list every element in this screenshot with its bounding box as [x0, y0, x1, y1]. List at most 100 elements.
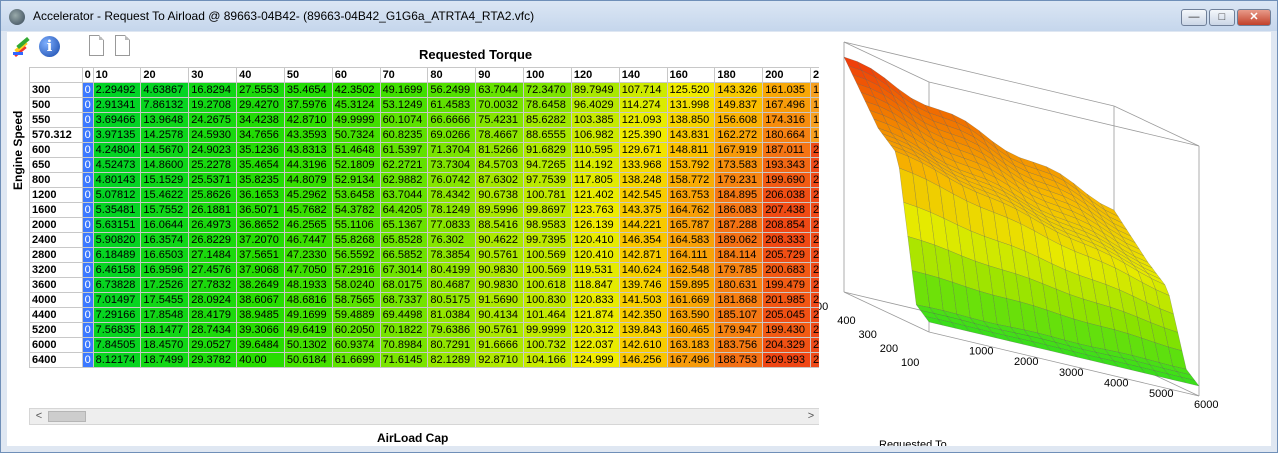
table-cell[interactable]: 70.1822: [379, 322, 429, 338]
table-cell[interactable]: 163.183: [666, 337, 716, 353]
table-cell[interactable]: 16.3574: [140, 232, 190, 248]
table-cell[interactable]: 0: [81, 127, 94, 143]
table-cell[interactable]: 7.29166: [92, 307, 142, 323]
table-cell[interactable]: 104.166: [523, 352, 572, 368]
table-cell[interactable]: 53.6458: [331, 187, 381, 203]
row-header[interactable]: 650: [29, 157, 83, 173]
table-cell[interactable]: 43.8313: [283, 142, 333, 158]
row-header[interactable]: 600: [29, 142, 83, 158]
table-cell[interactable]: 56.2499: [427, 82, 477, 98]
table-cell[interactable]: 85.6282: [523, 112, 572, 128]
table-cell[interactable]: 161.035: [762, 82, 812, 98]
table-cell[interactable]: 18.7499: [140, 352, 190, 368]
surface-plot-panel[interactable]: 1000 2000 3000 4000 5000 6000 00 400 300 200 100 Re…: [819, 32, 1271, 446]
table-cell[interactable]: 88.5416: [475, 217, 525, 233]
column-header[interactable]: 60: [331, 67, 381, 83]
column-header[interactable]: 30: [188, 67, 238, 83]
table-cell[interactable]: 76.0742: [427, 172, 477, 188]
table-cell[interactable]: 179.231: [714, 172, 764, 188]
table-cell[interactable]: 16.8294: [188, 82, 238, 98]
table-cell[interactable]: 114.192: [570, 157, 620, 173]
table-cell[interactable]: 164.583: [666, 232, 716, 248]
table-cell[interactable]: 120.833: [570, 292, 620, 308]
table-cell[interactable]: 36.5071: [236, 202, 285, 218]
table-cell[interactable]: 143.326: [714, 82, 764, 98]
table-cell[interactable]: 51.4648: [331, 142, 381, 158]
table-cell[interactable]: 13.9648: [140, 112, 190, 128]
table-cell[interactable]: 4.52473: [92, 157, 142, 173]
table-cell[interactable]: 163.753: [666, 187, 716, 203]
table-cell[interactable]: 16.0644: [140, 217, 190, 233]
table-cell[interactable]: 107.714: [618, 82, 668, 98]
table-cell[interactable]: 27.7832: [188, 277, 238, 293]
table-cell[interactable]: 45.3124: [331, 97, 381, 113]
table-cell[interactable]: 7.84505: [92, 337, 142, 353]
table-cell[interactable]: 4.24804: [92, 142, 142, 158]
row-header[interactable]: 300: [29, 82, 83, 98]
table-cell[interactable]: 28.7434: [188, 322, 238, 338]
table-cell[interactable]: 163.590: [666, 307, 716, 323]
table-cell[interactable]: 0: [81, 217, 94, 233]
table-cell[interactable]: 29.4270: [236, 97, 285, 113]
table-cell[interactable]: 18.1477: [140, 322, 190, 338]
table-cell[interactable]: 26.8229: [188, 232, 238, 248]
table-cell[interactable]: 70.8984: [379, 337, 429, 353]
table-cell[interactable]: 40.00: [236, 352, 285, 368]
table-cell[interactable]: 7.86132: [140, 97, 190, 113]
column-header[interactable]: 10: [92, 67, 142, 83]
table-cell[interactable]: 47.2330: [283, 247, 333, 263]
row-header[interactable]: 500: [29, 97, 83, 113]
table-cell[interactable]: 142.545: [618, 187, 668, 203]
table-cell[interactable]: 184.114: [714, 247, 764, 263]
table-cell[interactable]: 68.0175: [379, 277, 429, 293]
table-cell[interactable]: 5.35481: [92, 202, 142, 218]
table-cell[interactable]: 24.9023: [188, 142, 238, 158]
table-cell[interactable]: 14.5670: [140, 142, 190, 158]
table-cell[interactable]: 52.1809: [331, 157, 381, 173]
table-cell[interactable]: 0: [81, 187, 94, 203]
table-cell[interactable]: 5.63151: [92, 217, 142, 233]
document-button[interactable]: [85, 34, 109, 59]
table-cell[interactable]: 205.729: [762, 247, 812, 263]
table-cell[interactable]: 49.1699: [283, 307, 333, 323]
column-header[interactable]: 40: [236, 67, 285, 83]
table-cell[interactable]: 199.479: [762, 277, 812, 293]
table-cell[interactable]: 78.4342: [427, 187, 477, 203]
table-cell[interactable]: 89.5996: [475, 202, 525, 218]
table-cell[interactable]: 45.7682: [283, 202, 333, 218]
table-cell[interactable]: 0: [81, 157, 94, 173]
table-cell[interactable]: 25.5371: [188, 172, 238, 188]
table-cell[interactable]: 25.8626: [188, 187, 238, 203]
table-cell[interactable]: 100.569: [523, 247, 572, 263]
table-cell[interactable]: 2.91341: [92, 97, 142, 113]
table-cell[interactable]: 183.756: [714, 337, 764, 353]
table-cell[interactable]: 184.895: [714, 187, 764, 203]
table-cell[interactable]: 4.63867: [140, 82, 190, 98]
column-header[interactable]: 120: [570, 67, 620, 83]
minimize-button[interactable]: —: [1181, 9, 1207, 26]
table-cell[interactable]: 91.5690: [475, 292, 525, 308]
column-header[interactable]: 80: [427, 67, 477, 83]
table-cell[interactable]: 39.3066: [236, 322, 285, 338]
table-cell[interactable]: 75.4231: [475, 112, 525, 128]
table-cell[interactable]: 24.2675: [188, 112, 238, 128]
table-cell[interactable]: 148.811: [666, 142, 716, 158]
table-cell[interactable]: 0: [81, 232, 94, 248]
column-header[interactable]: 140: [618, 67, 668, 83]
table-cell[interactable]: 180.664: [762, 127, 812, 143]
table-cell[interactable]: 100.618: [523, 277, 572, 293]
table-cell[interactable]: 0: [81, 292, 94, 308]
table-cell[interactable]: 27.5553: [236, 82, 285, 98]
table-cell[interactable]: 55.8268: [331, 232, 381, 248]
table-cell[interactable]: 90.9830: [475, 262, 525, 278]
table-cell[interactable]: 69.0266: [427, 127, 477, 143]
table-cell[interactable]: 26.1881: [188, 202, 238, 218]
table-cell[interactable]: 80.4687: [427, 277, 477, 293]
maximize-button[interactable]: □: [1209, 9, 1235, 26]
table-cell[interactable]: 118.847: [570, 277, 620, 293]
table-cell[interactable]: 15.7552: [140, 202, 190, 218]
table-cell[interactable]: 6.46158: [92, 262, 142, 278]
table-cell[interactable]: 62.9882: [379, 172, 429, 188]
table-cell[interactable]: 17.5455: [140, 292, 190, 308]
table-cell[interactable]: 167.496: [762, 97, 812, 113]
